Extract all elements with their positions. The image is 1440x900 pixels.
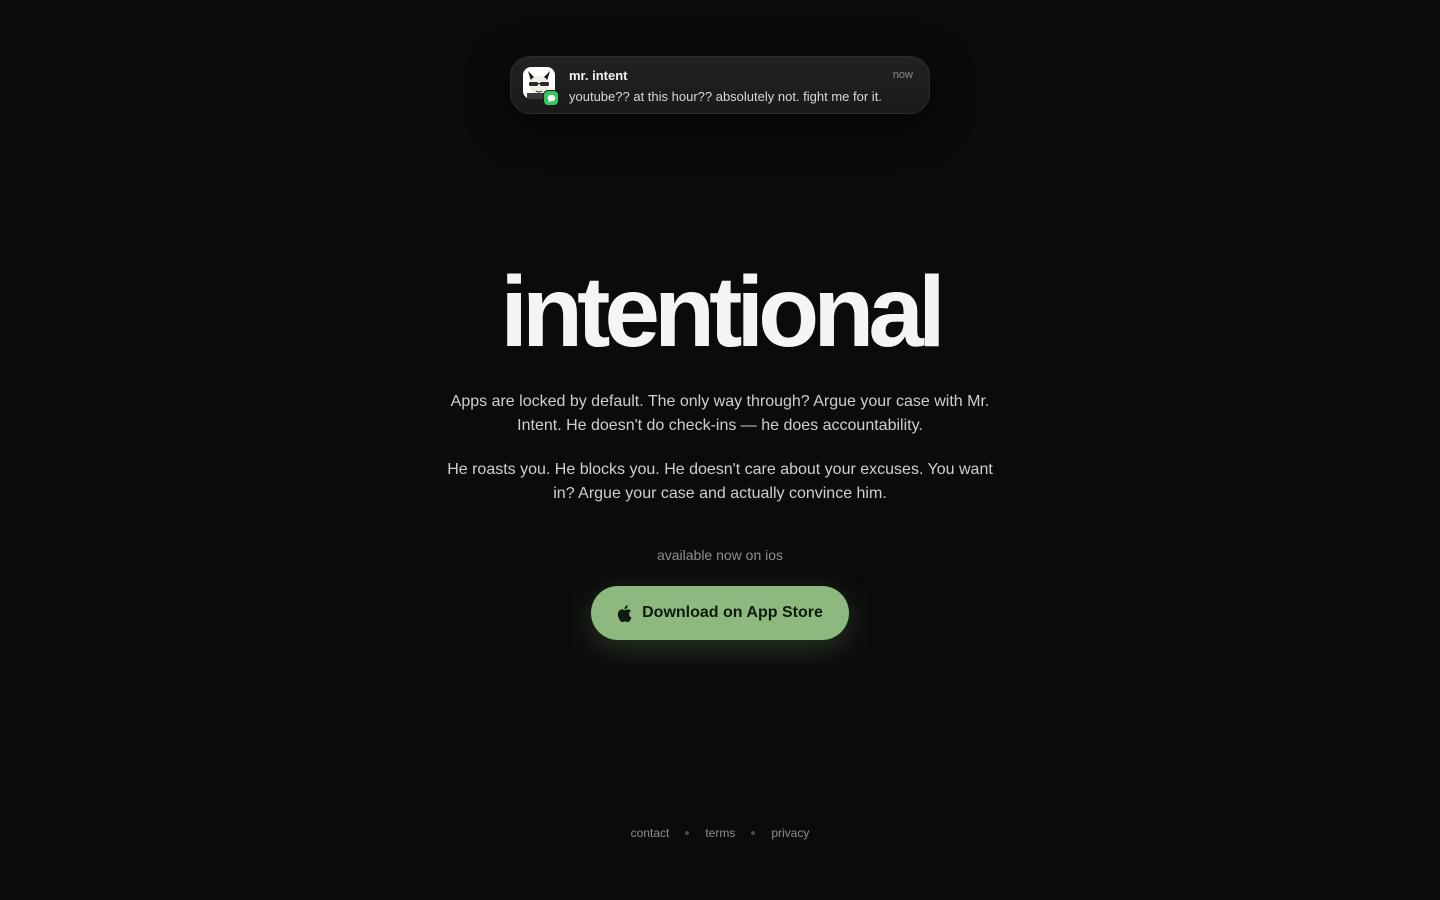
message-bubble-icon	[543, 90, 559, 106]
hero-description-1: Apps are locked by default. The only way…	[450, 393, 990, 434]
hero-description-2: He roasts you. He blocks you. He doesn't…	[447, 461, 993, 502]
notification-card[interactable]: mr. intent now youtube?? at this hour?? …	[510, 56, 930, 114]
notification-time: now	[892, 69, 913, 81]
footer-link-terms[interactable]: terms	[705, 826, 735, 840]
footer-link-contact[interactable]: contact	[631, 826, 670, 840]
landing-page: mr. intent now youtube?? at this hour?? …	[0, 0, 1440, 900]
apple-logo-icon	[617, 604, 632, 622]
download-button-label: Download on App Store	[642, 604, 823, 621]
notification-sender: mr. intent	[569, 68, 628, 83]
footer-links: contact terms privacy	[0, 826, 1440, 840]
page-title: intentional	[500, 256, 946, 368]
footer-link-privacy[interactable]: privacy	[771, 826, 809, 840]
footer-separator	[751, 831, 756, 835]
download-app-store-button[interactable]: Download on App Store	[591, 586, 849, 640]
notification-message: youtube?? at this hour?? absolutely not.…	[569, 89, 882, 104]
footer-separator	[685, 831, 690, 835]
availability-text: available now on ios	[656, 547, 784, 563]
